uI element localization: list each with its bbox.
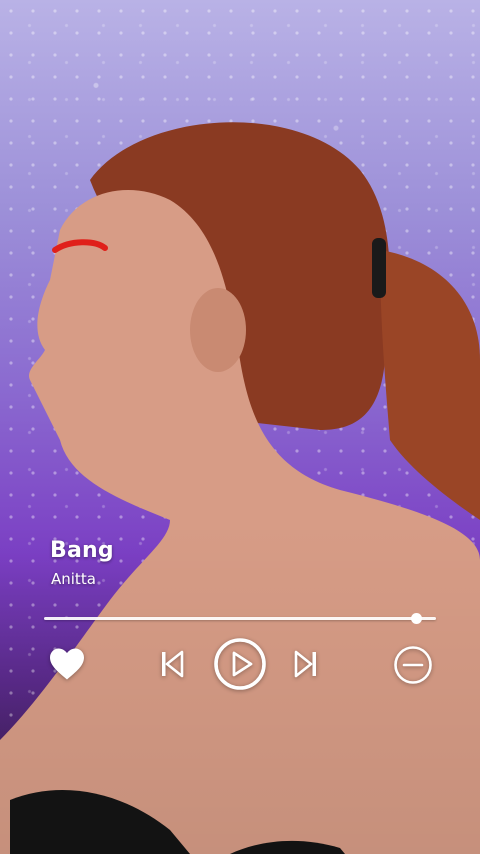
song-artist: Anitta xyxy=(51,570,96,588)
skip-previous-icon xyxy=(162,650,184,678)
song-title: Bang xyxy=(50,538,114,563)
heart-icon xyxy=(50,648,84,680)
next-button[interactable] xyxy=(289,646,323,682)
progress-bar[interactable] xyxy=(44,613,436,624)
play-button[interactable] xyxy=(212,636,268,692)
video-screen: Bang Anitta xyxy=(0,0,480,854)
skip-next-icon xyxy=(294,650,316,678)
like-button[interactable] xyxy=(46,644,88,684)
remove-button[interactable] xyxy=(392,644,434,686)
previous-button[interactable] xyxy=(155,646,189,682)
play-icon xyxy=(214,638,266,690)
minus-circle-icon xyxy=(394,646,432,684)
